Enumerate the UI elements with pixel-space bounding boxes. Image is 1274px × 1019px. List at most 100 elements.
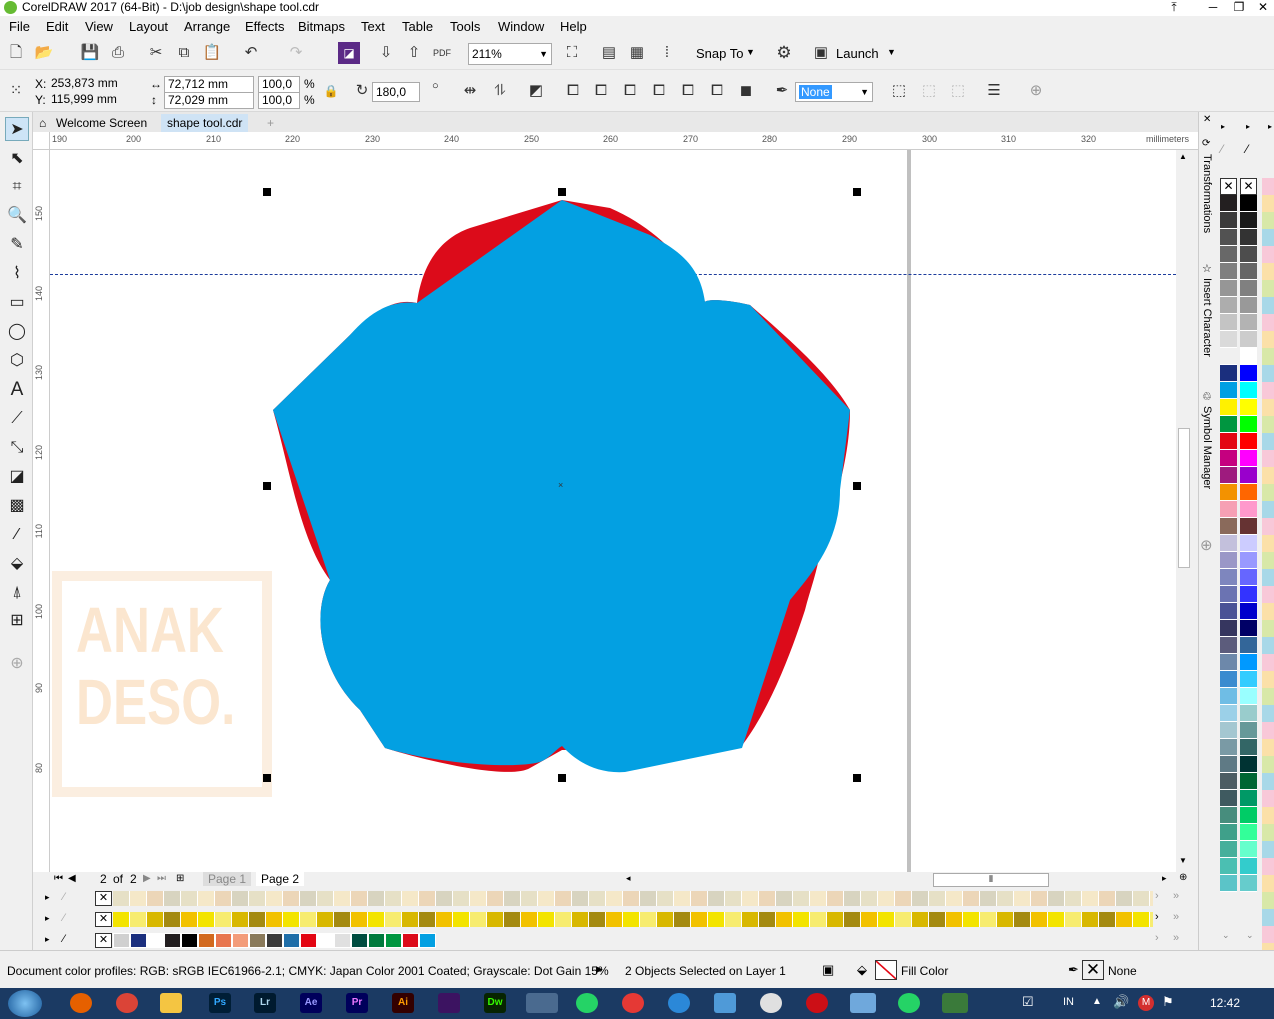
- launch-dropdown[interactable]: Launch: [836, 46, 879, 61]
- transparency-icon[interactable]: ▩: [5, 494, 29, 518]
- show-grid-icon[interactable]: ▦: [626, 42, 648, 64]
- snap-to-dropdown[interactable]: Snap To: [696, 46, 743, 61]
- menu-file[interactable]: File: [9, 19, 30, 34]
- scroll-left-icon[interactable]: ◂: [626, 873, 631, 884]
- no-color-swatch[interactable]: ✕: [1240, 178, 1257, 195]
- palette-scroll-icon[interactable]: ›: [1155, 911, 1159, 923]
- palette-scroll-down-icon[interactable]: ⌄: [1222, 930, 1230, 941]
- palette-column-2[interactable]: ✕: [1240, 178, 1257, 892]
- document-palette-1[interactable]: ▸ ⁄ ✕ › »: [33, 889, 1198, 908]
- palette-expand-icon[interactable]: ▸: [1268, 122, 1272, 131]
- zoom-tool-icon[interactable]: 🔍: [5, 204, 29, 228]
- palette-menu-icon[interactable]: ▸: [45, 892, 50, 903]
- artistic-media-icon[interactable]: ⌇: [5, 262, 29, 286]
- palette-expand-icon[interactable]: ▸: [1221, 122, 1225, 131]
- menu-effects[interactable]: Effects: [245, 19, 285, 34]
- first-page-icon[interactable]: ⏮: [54, 873, 63, 884]
- y-position-field[interactable]: 115,999 mm: [48, 92, 140, 109]
- selection-handle-br[interactable]: [853, 774, 861, 782]
- shape-tool-icon[interactable]: ⬉: [5, 147, 29, 171]
- scroll-thumb[interactable]: [1178, 428, 1190, 568]
- color-proof-icon[interactable]: ▣: [822, 962, 834, 978]
- outline-width-select[interactable]: None ▼: [795, 82, 873, 102]
- palette-scroll-end-icon[interactable]: »: [1173, 911, 1179, 923]
- outline-pen-icon[interactable]: ✒: [1068, 962, 1079, 978]
- no-color-swatch[interactable]: ✕: [95, 891, 112, 906]
- show-guidelines-icon[interactable]: ⁞: [656, 42, 678, 64]
- chevron-down-icon[interactable]: ▼: [887, 47, 896, 57]
- opera-icon[interactable]: [806, 993, 828, 1013]
- scale-x-field[interactable]: 100,0: [258, 76, 300, 93]
- back-minus-front-icon[interactable]: ⧠: [706, 80, 728, 102]
- premiere-icon[interactable]: Pr: [346, 993, 368, 1013]
- horizontal-ruler[interactable]: 190 200 210 220 230 240 250 260 270 280 …: [50, 132, 1198, 150]
- palette-expand-icon[interactable]: ▸: [1246, 122, 1250, 131]
- eyedropper-icon[interactable]: ⁄: [63, 891, 65, 903]
- vertical-scrollbar[interactable]: ▲ ▼: [1176, 150, 1192, 872]
- menu-table[interactable]: Table: [402, 19, 433, 34]
- last-page-icon[interactable]: ⏭: [157, 873, 166, 884]
- outline-color-swatch[interactable]: ✕: [1082, 960, 1104, 980]
- color-profiles-text[interactable]: Document color profiles: RGB: sRGB IEC61…: [7, 964, 609, 978]
- palette-swatch-strip[interactable]: [113, 891, 1153, 906]
- maximize-button[interactable]: ❐: [1226, 0, 1252, 16]
- selection-handle-bm[interactable]: [558, 774, 566, 782]
- menu-text[interactable]: Text: [361, 19, 385, 34]
- combine-icon[interactable]: ◩: [525, 80, 547, 102]
- ungroup-all-icon[interactable]: ⬚: [947, 80, 969, 102]
- no-color-swatch[interactable]: ✕: [95, 912, 112, 927]
- drop-shadow-icon[interactable]: ◪: [5, 465, 29, 489]
- object-origin-icon[interactable]: ⁙: [5, 80, 27, 102]
- copy-icon[interactable]: ⧉: [173, 42, 195, 64]
- interactive-fill-icon[interactable]: ⬙: [5, 552, 29, 576]
- illustrator-icon[interactable]: Ai: [392, 993, 414, 1013]
- rectangle-tool-icon[interactable]: ▭: [5, 291, 29, 315]
- width-field[interactable]: 72,712 mm: [164, 76, 254, 93]
- palette-scroll-end-icon[interactable]: »: [1173, 890, 1179, 902]
- next-page-icon[interactable]: ▶: [143, 873, 151, 884]
- status-expand-icon[interactable]: ▶: [596, 964, 603, 975]
- app-icon[interactable]: [850, 993, 876, 1013]
- palette-scroll-icon[interactable]: ›: [1155, 932, 1159, 944]
- mirror-vertical-icon[interactable]: ⥮: [489, 80, 511, 102]
- eyedropper-icon[interactable]: ⁄: [63, 933, 65, 945]
- full-screen-icon[interactable]: ⛶: [561, 42, 583, 64]
- eyedropper-icon[interactable]: ⁄: [1246, 142, 1248, 156]
- selection-handle-ml[interactable]: [263, 482, 271, 490]
- scroll-up-icon[interactable]: ▲: [1179, 152, 1187, 161]
- scroll-down-icon[interactable]: ▼: [1179, 856, 1187, 865]
- save-icon[interactable]: 💾: [79, 42, 101, 64]
- zoom-navigator-icon[interactable]: ⊕: [1179, 872, 1187, 883]
- menu-tools[interactable]: Tools: [450, 19, 480, 34]
- open-folder-icon[interactable]: 📂: [33, 42, 55, 64]
- tab-welcome-screen[interactable]: Welcome Screen: [50, 114, 153, 132]
- document-palette-2[interactable]: ▸ ⁄ ✕ › »: [33, 910, 1198, 929]
- palette-column-1[interactable]: ✕: [1220, 178, 1237, 892]
- show-rulers-icon[interactable]: ▤: [598, 42, 620, 64]
- paste-icon[interactable]: 📋: [201, 42, 223, 64]
- horizontal-scroll-thumb[interactable]: ⦀: [933, 873, 1049, 887]
- menu-help[interactable]: Help: [560, 19, 587, 34]
- eyedropper-icon[interactable]: ⁄: [1221, 142, 1223, 156]
- height-field[interactable]: 72,029 mm: [164, 92, 254, 109]
- gmail-icon[interactable]: M: [1138, 995, 1154, 1011]
- palette-scroll-down-icon[interactable]: ⌄: [1246, 930, 1254, 941]
- add-docker-icon[interactable]: ⊕: [1200, 536, 1213, 554]
- lock-ratio-icon[interactable]: 🔒: [320, 80, 342, 102]
- docker-toggle-icon[interactable]: ⤒: [1166, 0, 1182, 14]
- tray-expand-icon[interactable]: ▲: [1092, 996, 1102, 1007]
- mesh-fill-icon[interactable]: ⊞: [5, 609, 29, 633]
- front-minus-back-icon[interactable]: ⧠: [677, 80, 699, 102]
- eyedropper-icon[interactable]: ⁄: [5, 523, 29, 547]
- palette-menu-icon[interactable]: ▸: [45, 934, 50, 945]
- import-icon[interactable]: ⇩: [375, 42, 397, 64]
- settings-icon[interactable]: [668, 993, 690, 1013]
- previous-page-icon[interactable]: ◀: [68, 873, 76, 884]
- selection-handle-tl[interactable]: [263, 188, 271, 196]
- add-page-icon[interactable]: ⊞: [176, 873, 184, 884]
- selection-handle-tr[interactable]: [853, 188, 861, 196]
- menu-bitmaps[interactable]: Bitmaps: [298, 19, 345, 34]
- add-icon[interactable]: ⊕: [1025, 80, 1047, 102]
- docker-tab-symbol-manager[interactable]: Symbol Manager: [1201, 406, 1213, 489]
- clock[interactable]: 12:42: [1210, 996, 1240, 1010]
